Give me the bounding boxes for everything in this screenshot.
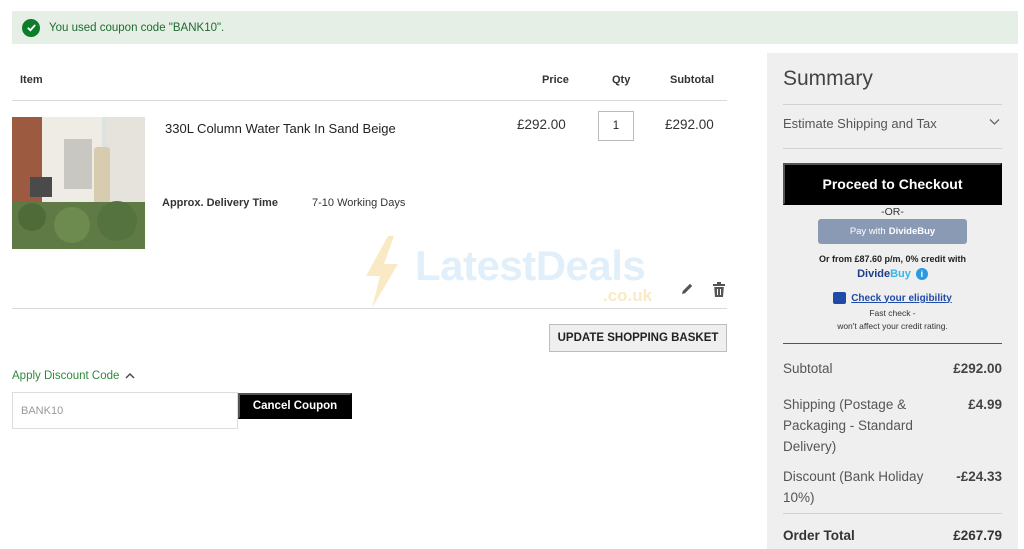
proceed-to-checkout-button[interactable]: Proceed to Checkout <box>783 163 1002 205</box>
trash-icon <box>713 281 725 297</box>
delivery-time-label: Approx. Delivery Time <box>162 197 278 209</box>
estimate-divider <box>783 148 1002 149</box>
totals-divider <box>783 343 1002 344</box>
order-total-label: Order Total <box>783 528 855 543</box>
summary-row-value: -£24.33 <box>956 469 1002 484</box>
update-basket-button[interactable]: UPDATE SHOPPING BASKET <box>549 324 727 352</box>
table-header-divider <box>12 100 727 101</box>
summary-row-shipping: Shipping (Postage & Packaging - Standard… <box>783 394 1002 457</box>
delivery-time-value: 7-10 Working Days <box>312 197 406 209</box>
column-header-subtotal: Subtotal <box>670 74 714 86</box>
estimate-shipping-toggle[interactable]: Estimate Shipping and Tax <box>783 116 937 131</box>
summary-row-value: £4.99 <box>968 397 1002 412</box>
chevron-up-icon <box>125 370 135 382</box>
pencil-icon <box>682 283 693 294</box>
latestdeals-watermark: LatestDeals .co.uk <box>360 236 670 308</box>
dividebuy-logo-row: DivideBuy i <box>767 268 1018 280</box>
edit-item-button[interactable] <box>678 280 696 298</box>
remove-item-button[interactable] <box>710 280 728 298</box>
apply-discount-toggle[interactable]: Apply Discount Code <box>12 370 135 382</box>
watermark-text: LatestDeals <box>415 242 646 289</box>
pay-with-brand: DivideBuy <box>888 226 936 237</box>
finance-offer-text: Or from £87.60 p/m, 0% credit with <box>818 254 967 264</box>
column-header-price: Price <box>542 74 569 86</box>
fast-check-text: Fast check - <box>869 308 916 318</box>
product-name-link[interactable]: 330L Column Water Tank In Sand Beige <box>165 121 396 136</box>
discount-code-input[interactable] <box>12 392 238 429</box>
success-message: You used coupon code "BANK10". <box>12 11 1018 44</box>
dividebuy-logo: DivideBuy <box>857 268 911 280</box>
column-header-item: Item <box>20 74 43 86</box>
summary-row-label: Subtotal <box>783 361 833 376</box>
info-icon[interactable]: i <box>915 268 928 280</box>
summary-divider <box>783 104 1002 105</box>
success-message-text: You used coupon code "BANK10". <box>49 21 225 34</box>
pay-with-label: Pay with <box>849 226 886 237</box>
chevron-down-icon[interactable] <box>989 113 1000 131</box>
summary-row-value: £292.00 <box>953 361 1002 376</box>
summary-row-order-total: Order Total £267.79 <box>783 525 1002 546</box>
order-total-divider <box>783 513 1002 514</box>
lightning-bolt-icon <box>366 236 398 308</box>
order-total-value: £267.79 <box>953 528 1002 543</box>
check-circle-icon <box>22 18 40 37</box>
summary-title: Summary <box>783 67 873 90</box>
apply-discount-label: Apply Discount Code <box>12 370 120 382</box>
watermark-subtext: .co.uk <box>603 286 653 305</box>
check-eligibility-link[interactable]: Check your eligibility <box>851 293 952 304</box>
cancel-coupon-button[interactable]: Cancel Coupon <box>238 393 352 419</box>
order-summary-panel: Summary Estimate Shipping and Tax Procee… <box>767 53 1018 549</box>
dividebuy-badge-icon <box>833 292 847 304</box>
or-separator: -OR- <box>881 206 904 218</box>
summary-row-subtotal: Subtotal £292.00 <box>783 358 1002 379</box>
summary-row-label: Shipping (Postage & Packaging - Standard… <box>783 397 913 454</box>
column-header-qty: Qty <box>612 74 631 86</box>
product-row-divider <box>12 308 727 309</box>
product-image[interactable] <box>12 117 145 249</box>
summary-row-discount: Discount (Bank Holiday 10%) -£24.33 <box>783 466 1002 508</box>
quantity-input[interactable] <box>598 111 634 141</box>
no-credit-effect-text: won't affect your credit rating. <box>837 321 948 331</box>
pay-with-dividebuy-button[interactable]: Pay with DivideBuy <box>818 219 967 244</box>
product-price: £292.00 <box>517 117 566 132</box>
summary-row-label: Discount (Bank Holiday 10%) <box>783 469 924 505</box>
product-subtotal: £292.00 <box>665 117 714 132</box>
check-eligibility-row: Check your eligibility <box>767 292 1018 304</box>
